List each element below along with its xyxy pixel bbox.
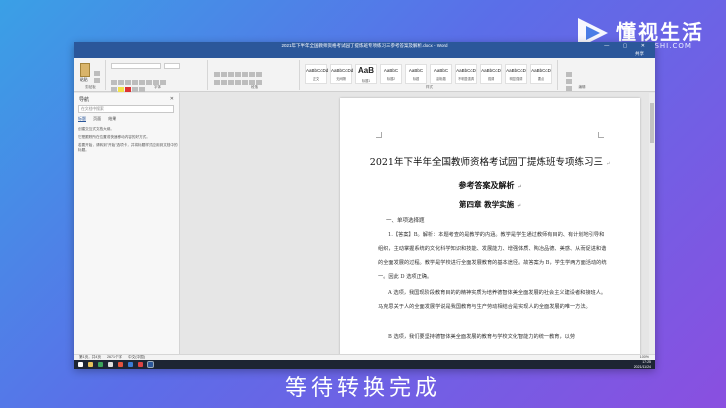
- video-caption: 等待转换完成: [284, 376, 441, 401]
- nav-title: 导航: [79, 97, 90, 103]
- font-group: 字体: [108, 60, 208, 92]
- document-subtitle: 参考答案及解析 ↵: [458, 180, 522, 190]
- style-sample: AaBbC: [408, 68, 424, 73]
- navigation-pane: 导航 ✕ 在文档中搜索 标题 页面 结果 创建交互式文档大纲。 它是跟踪所在位置…: [74, 93, 180, 354]
- explorer-icon[interactable]: [88, 362, 93, 367]
- start-icon[interactable]: [78, 362, 83, 367]
- clipboard-group-label: 剪贴板: [85, 85, 96, 89]
- select-button[interactable]: [566, 78, 573, 91]
- style-sample: AaBbCcD: [506, 68, 526, 73]
- style-sample: AaB: [357, 66, 374, 75]
- style-sample: AaBbCcD: [456, 68, 476, 73]
- styles-group: 样式 AaBbCcDd 正文 AaBbCcDd 无间隔 AaB 标题1 AaBbC 标题2 Aa…: [302, 60, 558, 90]
- word-window: 2021年下半年全国教师资格考试园丁提炼班专项练习三参考答案及解析.docx -…: [74, 42, 655, 369]
- style-gallery-item[interactable]: AaBbCcD 要点: [530, 64, 552, 84]
- document-page[interactable]: 2021年下半年全国教师资格考试园丁提炼班专项练习三 ↵ 参考答案及解析 ↵ 第…: [340, 98, 640, 358]
- format-painter-icon[interactable]: [94, 70, 101, 83]
- style-sample: AaBbC: [383, 68, 399, 73]
- style-name: 标题1: [361, 79, 371, 83]
- style-name: 标题: [412, 77, 420, 81]
- style-gallery-item[interactable]: AaBbCcD 不明显强调: [455, 64, 477, 84]
- find-button[interactable]: [566, 64, 573, 77]
- replace-button[interactable]: [566, 71, 573, 84]
- font-size-select[interactable]: [164, 63, 180, 69]
- paragraph-group-label: 段落: [251, 85, 258, 89]
- style-gallery-item[interactable]: AaBbC 副标题: [430, 64, 452, 84]
- brand-name: 懂视生活: [616, 20, 704, 44]
- style-gallery-item[interactable]: AaBbC 标题: [405, 64, 427, 84]
- margin-corner: [376, 132, 382, 138]
- app-icon[interactable]: [138, 362, 143, 367]
- page-count[interactable]: 第1页，共4页: [79, 355, 101, 359]
- align-buttons[interactable]: [214, 72, 263, 85]
- chapter-heading: 第四章 教学实施 ↵: [459, 200, 521, 209]
- style-name: 标题2: [386, 77, 396, 81]
- style-name: 副标题: [436, 77, 446, 81]
- share-button[interactable]: 共享: [630, 50, 649, 58]
- font-group-label: 字体: [154, 85, 161, 89]
- nav-search-input[interactable]: 在文档中搜索: [78, 105, 174, 113]
- style-sample: AaBbCcDd: [306, 68, 329, 73]
- editing-group: 编辑: [562, 60, 602, 91]
- style-gallery-item[interactable]: AaBbCcDd 正文: [305, 64, 329, 84]
- font-format-buttons[interactable]: [111, 72, 167, 85]
- cut-copy-icons[interactable]: [94, 63, 101, 76]
- style-gallery-item[interactable]: AaB 标题1: [355, 64, 377, 84]
- nav-message-1: 创建交互式文档大纲。: [78, 127, 114, 131]
- browser-icon[interactable]: [98, 362, 103, 367]
- tab-headings[interactable]: 标题: [78, 116, 86, 122]
- paragraph-1: 1.【答案】B。解析：本题考查的是教学的内涵。教学是学生通过教师有目的、有计划地…: [378, 232, 607, 280]
- close-icon[interactable]: ✕: [170, 96, 174, 102]
- paragraph-2: A 选项，我国现阶段教育目的的精神实质为培养德智体美全面发展的社会主义建设者和接…: [378, 290, 607, 310]
- ribbon-tabs: 文件开始插入设计布局引用邮件审阅视图PDF工具集操作说明搜索共享: [74, 50, 655, 66]
- style-gallery-item[interactable]: AaBbCcD 明显强调: [505, 64, 527, 84]
- language-indicator[interactable]: 中文(中国): [128, 355, 145, 359]
- nav-message-2: 它是跟踪所在位置或快速移动内容的好方式。: [78, 135, 150, 139]
- style-gallery-item[interactable]: AaBbCcD 强调: [480, 64, 502, 84]
- style-sample: AaBbC: [433, 68, 449, 73]
- styles-group-label: 样式: [426, 85, 433, 89]
- style-sample: AaBbCcD: [481, 68, 501, 73]
- word-count[interactable]: 2671个字: [107, 355, 122, 359]
- paste-icon[interactable]: [80, 63, 90, 77]
- paste-label: 粘贴: [80, 78, 88, 82]
- nav-message-3: 若要开始，请转到"开始"选项卡，并将标题样式应用到文档中的标题。: [78, 143, 178, 152]
- app-icon[interactable]: [108, 362, 113, 367]
- clipboard-group: 粘贴 剪贴板: [76, 60, 106, 90]
- style-gallery-item[interactable]: AaBbC 标题2: [380, 64, 402, 84]
- vertical-scrollbar[interactable]: [649, 93, 655, 354]
- nav-tabs: 标题 页面 结果: [78, 116, 122, 122]
- style-gallery-item[interactable]: AaBbCcDd 无间隔: [330, 64, 354, 84]
- taskbar: 17:25 2021/11/24: [74, 360, 655, 369]
- clock-date: 2021/11/24: [633, 364, 651, 369]
- style-name: 强调: [487, 77, 495, 81]
- style-sample: AaBbCcDd: [331, 68, 354, 73]
- style-name: 无间隔: [336, 77, 346, 81]
- document-title: 2021年下半年全国教师资格考试园丁提炼班专项练习三 ↵: [369, 157, 611, 168]
- scroll-thumb[interactable]: [650, 103, 654, 143]
- editing-group-label: 编辑: [578, 85, 586, 89]
- section-heading: 一、单项选择题: [386, 218, 425, 224]
- app-icon[interactable]: [118, 362, 123, 367]
- style-name: 正文: [312, 77, 320, 81]
- style-name: 要点: [537, 77, 545, 81]
- style-name: 明显强调: [509, 77, 523, 81]
- ribbon: 粘贴 剪贴板 字体 段落 样式 AaBbCcDd 正文 AaBbCcDd 无间隔 AaB…: [74, 58, 655, 92]
- system-clock[interactable]: 17:25 2021/11/24: [634, 360, 651, 369]
- title-bar: 2021年下半年全国教师资格考试园丁提炼班专项练习三参考答案及解析.docx -…: [74, 42, 655, 50]
- font-name-select[interactable]: [111, 63, 161, 69]
- window-title: 2021年下半年全国教师资格考试园丁提炼班专项练习三参考答案及解析.docx -…: [281, 43, 448, 48]
- word-app-icon[interactable]: [147, 361, 154, 368]
- style-sample: AaBbCcD: [531, 68, 551, 73]
- list-buttons[interactable]: [214, 64, 263, 77]
- paragraph-group: 段落: [210, 60, 300, 90]
- app-icon[interactable]: [128, 362, 133, 367]
- margin-corner: [598, 132, 604, 138]
- document-area: 2021年下半年全国教师资格考试园丁提炼班专项练习三 ↵ 参考答案及解析 ↵ 第…: [181, 93, 655, 358]
- window-controls[interactable]: — ▢ ✕: [604, 42, 651, 50]
- style-name: 不明显强调: [458, 77, 474, 81]
- tab-pages[interactable]: 页面: [93, 116, 101, 121]
- tab-results[interactable]: 结果: [108, 116, 116, 121]
